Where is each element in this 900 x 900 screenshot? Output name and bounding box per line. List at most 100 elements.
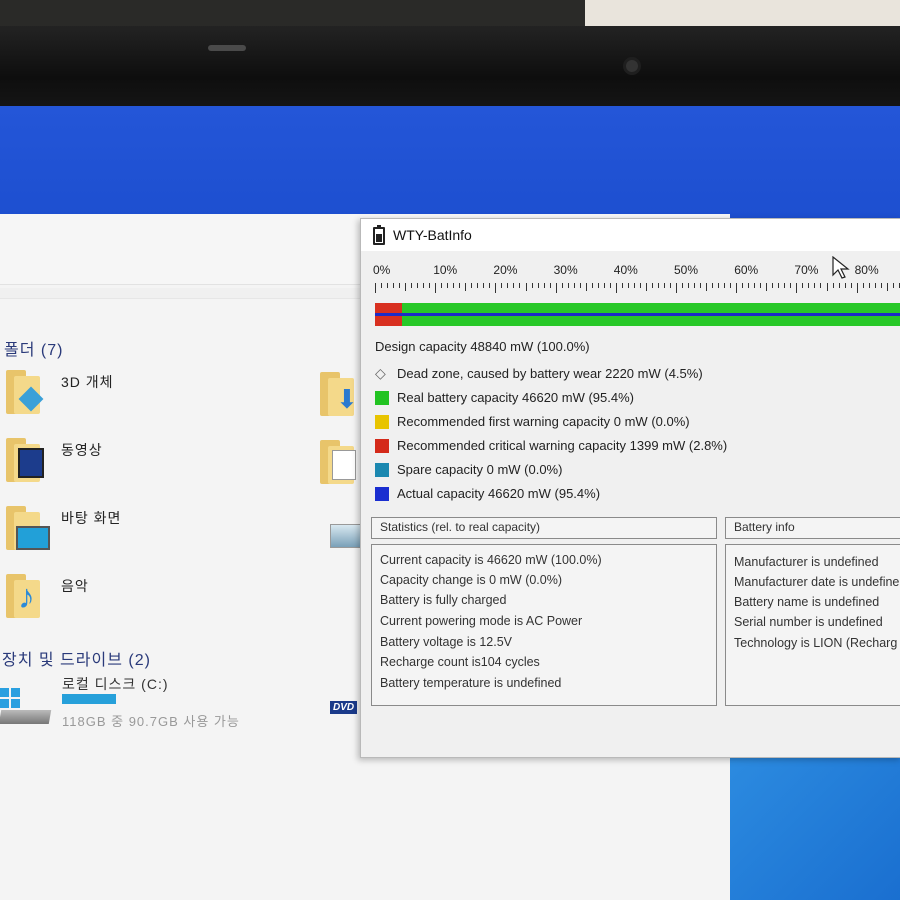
devices-heading[interactable]: 장치 및 드라이브 (2) (2, 646, 151, 670)
window-title: WTY-BatInfo (393, 227, 472, 243)
scale-tick (886, 283, 888, 291)
scale-tick (555, 283, 557, 293)
info-line: Battery name is undefined (734, 595, 880, 609)
legend-text: Actual capacity 46620 mW (95.4%) (397, 486, 601, 501)
scale-tick (712, 283, 714, 288)
scale-tick (850, 283, 852, 288)
scale-tick (663, 283, 665, 288)
info-line: Technology is LION (Recharg (734, 636, 898, 650)
stat-line: Battery voltage is 12.5V (380, 635, 513, 649)
pictures-folder-icon (320, 508, 362, 552)
scale-tick (862, 283, 864, 288)
scale-tick (609, 283, 611, 288)
desktop-folder-icon (6, 506, 50, 550)
scale-tick (639, 283, 641, 288)
music-folder-icon: ♪ (6, 574, 40, 618)
scale-tick (826, 283, 828, 291)
scale-tick (549, 283, 551, 288)
battery-info-heading-text: Battery info (734, 520, 795, 534)
monitor-bezel (0, 26, 900, 112)
scale-tick (772, 283, 774, 288)
drive-c-label[interactable]: 로컬 디스크 (C:) (62, 674, 169, 694)
scale-tick (447, 283, 449, 288)
statistics-heading-text: Statistics (rel. to real capacity) (380, 520, 541, 534)
capacity-bar-actual (375, 316, 900, 326)
scale-tick (796, 283, 798, 293)
scale-tick (645, 283, 647, 291)
scale-tick (760, 283, 762, 288)
scale-tick-label: 80% (854, 263, 879, 277)
scale-tick (892, 283, 894, 288)
scale-tick (501, 283, 503, 288)
scale-tick (375, 283, 376, 293)
stat-line: Recharge count is104 cycles (380, 655, 540, 669)
scale-tick (808, 283, 810, 288)
scale-tick (682, 283, 684, 288)
blue-swatch (375, 487, 389, 501)
scale-tick (814, 283, 816, 288)
scale-tick-label: 30% (553, 263, 578, 277)
scale-tick-label: 20% (493, 263, 518, 277)
scale-tick (507, 283, 509, 288)
scale-tick-label: 40% (613, 263, 638, 277)
scale-tick (784, 283, 786, 288)
scale-tick (441, 283, 443, 288)
yellow-swatch (375, 415, 389, 429)
hard-drive-icon (0, 710, 52, 724)
scale-tick (399, 283, 401, 288)
legend-text: Dead zone, caused by battery wear 2220 m… (397, 366, 703, 381)
scale-tick-label: 70% (794, 263, 819, 277)
folder-label: 바탕 화면 (61, 510, 122, 526)
info-line: Serial number is undefined (734, 615, 883, 629)
scale-tick-label: 0% (373, 263, 391, 277)
battery-icon (373, 225, 385, 245)
legend-text: Spare capacity 0 mW (0.0%) (397, 462, 563, 477)
red-swatch (375, 439, 389, 453)
scale-tick (856, 283, 858, 293)
folders-heading[interactable]: 폴더 (7) (4, 336, 63, 360)
scale-tick (411, 283, 413, 288)
title-bar[interactable]: WTY-BatInfo (361, 219, 900, 251)
scale-tick (519, 283, 521, 288)
scale-tick (718, 283, 720, 288)
scale-tick (676, 283, 677, 293)
scale-tick (778, 283, 780, 288)
scale-tick (561, 283, 563, 288)
scale-tick (471, 283, 473, 288)
scale-tick (651, 283, 653, 288)
scale-tick (766, 283, 768, 291)
scale-tick (579, 283, 581, 288)
scale-tick (567, 283, 569, 288)
scale-tick (525, 283, 527, 291)
stat-line: Battery temperature is undefined (380, 676, 562, 690)
downloads-folder-icon: ⬇ (320, 372, 358, 416)
scale-tick (405, 283, 407, 291)
scale-tick (874, 283, 876, 288)
statistics-heading: Statistics (rel. to real capacity) (371, 517, 717, 539)
scale-tick (417, 283, 419, 288)
scale-tick (621, 283, 623, 288)
scale-tick (537, 283, 539, 288)
scale-tick (790, 283, 792, 288)
stat-line: Battery is fully charged (380, 593, 507, 607)
3d-objects-folder-icon (6, 370, 44, 414)
statistics-panel: Current capacity is 46620 mW (100.0%) Ca… (371, 544, 717, 706)
batinfo-window: WTY-BatInfo 0% 10% 20% 30% 40% 50% 60% 70% 80% D… (360, 218, 900, 758)
scale-tick (615, 283, 617, 293)
scale-tick (627, 283, 629, 288)
legend-text: Recommended critical warning capacity 13… (397, 438, 728, 453)
dvd-drive-icon[interactable]: DVD (330, 701, 358, 714)
scale-tick (489, 283, 491, 288)
scale-tick (513, 283, 515, 288)
folder-label: 음악 (61, 578, 89, 594)
scale-tick (754, 283, 756, 288)
desktop-background-corner (730, 756, 900, 900)
scale-tick (393, 283, 395, 288)
info-line: Manufacturer is undefined (734, 555, 879, 569)
teal-swatch (375, 463, 389, 477)
capacity-scale: 0% 10% 20% 30% 40% 50% 60% 70% 80% (373, 259, 900, 299)
stat-line: Capacity change is 0 mW (0.0%) (380, 573, 563, 587)
webcam-icon (626, 60, 638, 72)
scale-tick-label: 60% (734, 263, 759, 277)
desktop-background (0, 106, 900, 218)
